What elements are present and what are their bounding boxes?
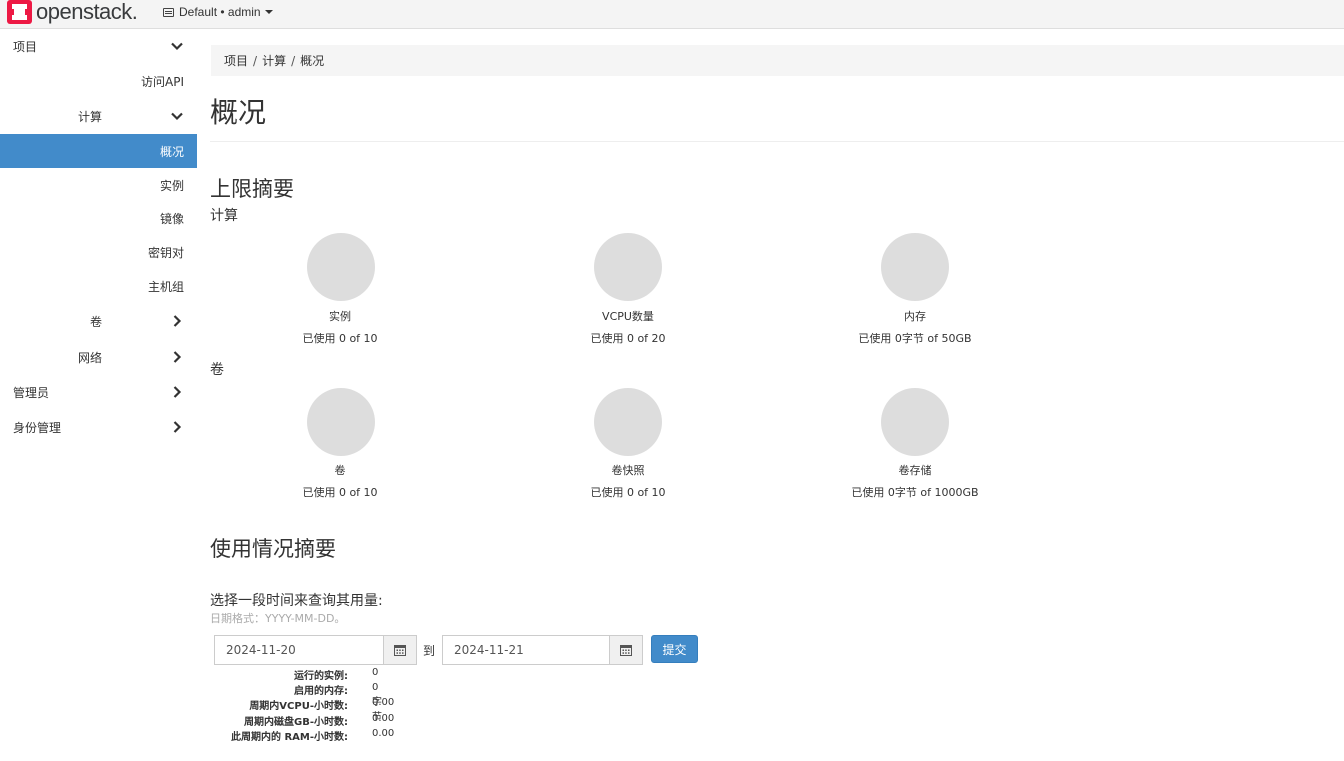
sidebar-item-label: 计算	[77, 109, 102, 124]
stat-value: 0.00	[372, 727, 395, 739]
divider	[210, 141, 1344, 142]
pie-usage: 已使用 0 of 10	[590, 486, 666, 499]
caret-down-icon	[264, 10, 273, 14]
chevron-right-icon	[173, 421, 182, 433]
to-label: 到	[423, 644, 436, 658]
start-date-input[interactable]: 2024-11-20	[214, 635, 384, 665]
usage-summary-heading: 使用情况摘要	[210, 537, 336, 561]
compute-limits-heading: 计算	[210, 208, 238, 224]
stat-key: 周期内磁盘GB-小时数:	[244, 716, 348, 728]
end-date-picker-button[interactable]	[609, 635, 643, 665]
pie-usage: 已使用 0 of 10	[302, 332, 378, 345]
breadcrumb-separator: /	[291, 53, 296, 68]
project-switcher-label: Default • admin	[179, 5, 261, 19]
instances-pie-chart	[307, 233, 375, 301]
breadcrumb: 项目 / 计算 / 概况	[211, 45, 1344, 76]
openstack-logo[interactable]: openstack.	[7, 0, 138, 24]
pie-title: 实例	[329, 310, 351, 323]
pie-usage: 已使用 0字节 of 1000GB	[851, 486, 979, 499]
sidebar-item-label: 身份管理	[13, 420, 62, 435]
chevron-right-icon	[173, 315, 182, 327]
calendar-icon	[394, 645, 406, 656]
pie-title: 卷快照	[611, 464, 645, 477]
chevron-right-icon	[173, 351, 182, 363]
ram-pie-chart	[881, 233, 949, 301]
stat-value: 0.00	[372, 697, 395, 709]
sidebar-item-images[interactable]: 镜像	[0, 201, 197, 235]
sidebar-item-network[interactable]: 网络	[0, 340, 197, 374]
date-format-hint: 日期格式：YYYY-MM-DD。	[210, 612, 346, 625]
volume-limits-heading: 卷	[210, 362, 224, 378]
project-switcher[interactable]: Default • admin	[163, 4, 273, 20]
sidebar-item-label: 实例	[159, 178, 184, 193]
sidebar: 项目 访问API 计算 概况 实例 镜像 密钥对 主机组 卷 网络 管理员 身份…	[0, 29, 197, 761]
sidebar-item-compute[interactable]: 计算	[0, 99, 197, 133]
sidebar-item-server-groups[interactable]: 主机组	[0, 269, 197, 303]
vcpus-pie-chart	[594, 233, 662, 301]
project-icon	[163, 7, 174, 17]
stat-value: 0	[372, 667, 379, 678]
pie-title: 卷	[334, 464, 346, 477]
page-title: 概况	[210, 96, 267, 129]
stat-key: 运行的实例:	[294, 671, 348, 682]
stat-key: 此周期内的 RAM-小时数:	[230, 731, 348, 743]
stat-key: 周期内VCPU-小时数:	[249, 701, 348, 713]
query-label: 选择一段时间来查询其用量:	[210, 593, 383, 609]
pie-usage: 已使用 0字节 of 50GB	[858, 332, 972, 345]
chevron-down-icon	[171, 112, 183, 121]
pie-title: 卷存储	[898, 464, 932, 477]
pie-title: 内存	[904, 310, 926, 323]
end-date-input[interactable]: 2024-11-21	[442, 635, 611, 665]
sidebar-item-label: 项目	[13, 39, 38, 54]
logo-text: openstack.	[36, 0, 138, 24]
sidebar-item-instances[interactable]: 实例	[0, 168, 197, 202]
stat-key: 启用的内存:	[294, 686, 348, 698]
sidebar-item-key-pairs[interactable]: 密钥对	[0, 235, 197, 269]
breadcrumb-item-compute[interactable]: 计算	[262, 52, 286, 69]
sidebar-item-label: 密钥对	[147, 245, 184, 260]
sidebar-item-project[interactable]: 项目	[0, 29, 197, 63]
pie-usage: 已使用 0 of 20	[590, 332, 666, 345]
breadcrumb-item-project[interactable]: 项目	[224, 52, 248, 69]
volumes-pie-chart	[307, 388, 375, 456]
breadcrumb-item-overview: 概况	[300, 54, 325, 68]
volume-snapshots-pie-chart	[594, 388, 662, 456]
limit-summary-heading: 上限摘要	[210, 177, 294, 201]
volume-storage-pie-chart	[881, 388, 949, 456]
start-date-picker-button[interactable]	[383, 635, 417, 665]
sidebar-item-identity[interactable]: 身份管理	[0, 410, 197, 444]
sidebar-item-label: 管理员	[13, 385, 50, 400]
openstack-logo-icon	[7, 0, 32, 24]
pie-usage: 已使用 0 of 10	[302, 486, 378, 499]
stat-value: 0.00	[372, 712, 395, 724]
sidebar-item-overview[interactable]: 概况	[0, 134, 197, 168]
pie-title: VCPU数量	[602, 310, 654, 323]
sidebar-item-label: 网络	[77, 350, 102, 365]
top-navbar: openstack. Default • admin	[0, 0, 1344, 29]
sidebar-item-api-access[interactable]: 访问API	[0, 64, 197, 98]
sidebar-item-admin[interactable]: 管理员	[0, 375, 197, 409]
sidebar-item-label: 访问API	[141, 74, 184, 89]
chevron-right-icon	[173, 386, 182, 398]
submit-button[interactable]: 提交	[651, 635, 698, 663]
sidebar-item-label: 镜像	[159, 211, 184, 226]
chevron-down-icon	[171, 42, 183, 51]
sidebar-item-label: 概况	[159, 144, 184, 159]
sidebar-item-volumes[interactable]: 卷	[0, 304, 197, 338]
sidebar-item-label: 主机组	[147, 279, 184, 294]
breadcrumb-separator: /	[253, 53, 258, 68]
calendar-icon	[620, 645, 632, 656]
sidebar-item-label: 卷	[89, 314, 102, 329]
